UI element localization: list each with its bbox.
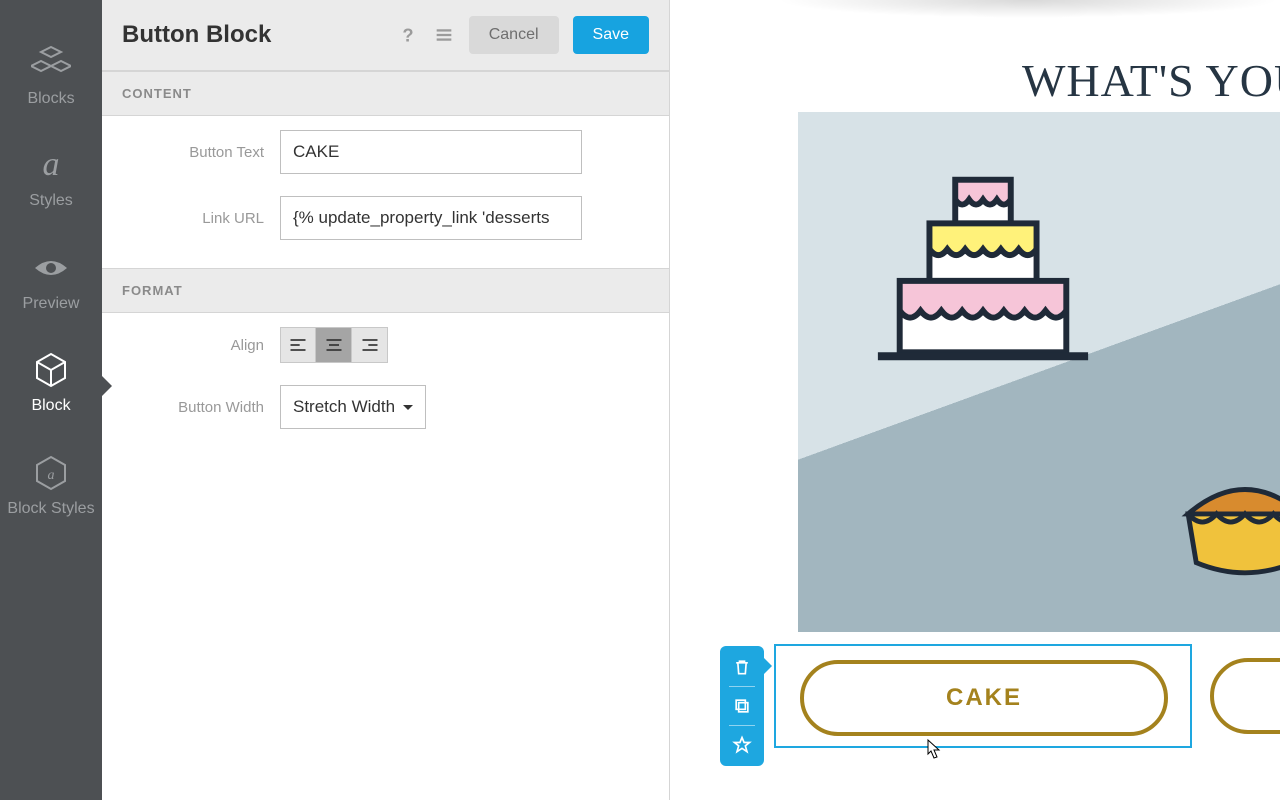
row-button-width: Button Width Stretch Width (122, 385, 649, 429)
toolbar-divider (729, 725, 755, 726)
preview-shadow (776, 0, 1280, 18)
block-styles-icon: a (30, 452, 72, 494)
nav-label-block-styles: Block Styles (7, 500, 94, 518)
label-button-width: Button Width (122, 399, 280, 416)
delete-tool[interactable] (727, 652, 757, 682)
align-center-button[interactable] (316, 327, 352, 363)
nav-item-preview[interactable]: Preview (0, 233, 102, 335)
nav-item-blocks[interactable]: Blocks (0, 28, 102, 130)
help-icon[interactable]: ? (397, 24, 419, 46)
row-link-url: Link URL (122, 196, 649, 240)
nav-label-block: Block (31, 397, 70, 415)
left-nav: Blocks a Styles Preview Block a Block St… (0, 0, 102, 800)
select-button-width[interactable]: Stretch Width (280, 385, 426, 429)
panel-actions: ? Cancel Save (397, 16, 649, 54)
eye-icon (30, 247, 72, 289)
align-group (280, 327, 388, 363)
section-content-head: CONTENT (102, 71, 669, 116)
nav-label-blocks: Blocks (27, 90, 74, 108)
preview-pane: WHAT'S YOUR F (670, 0, 1280, 800)
nav-item-block-styles[interactable]: a Block Styles (0, 438, 102, 540)
duplicate-tool[interactable] (727, 691, 757, 721)
cake-icon (864, 150, 1102, 388)
nav-label-preview: Preview (23, 295, 80, 313)
nav-label-styles: Styles (29, 192, 73, 210)
section-format-head: FORMAT (102, 268, 669, 313)
row-align: Align (122, 327, 649, 363)
pie-icon (1180, 442, 1280, 602)
section-format: Align Button Width Stretch Width (102, 313, 669, 457)
favorite-tool[interactable] (727, 730, 757, 760)
section-content: Button Text Link URL (102, 116, 669, 268)
row-button-text: Button Text (122, 130, 649, 174)
blocks-icon (30, 42, 72, 84)
input-link-url[interactable] (280, 196, 582, 240)
hero-image (798, 112, 1280, 632)
chevron-down-icon (403, 405, 413, 410)
menu-icon[interactable] (433, 24, 455, 46)
preview-cake-button[interactable]: CAKE (800, 660, 1168, 736)
label-align: Align (122, 337, 280, 354)
block-icon (30, 349, 72, 391)
svg-text:?: ? (402, 24, 413, 45)
cursor-icon (922, 738, 942, 767)
preview-headline: WHAT'S YOUR F (1022, 54, 1280, 107)
panel-header: Button Block ? Cancel Save (102, 0, 669, 71)
nav-item-styles[interactable]: a Styles (0, 130, 102, 232)
preview-second-button[interactable] (1210, 658, 1280, 734)
align-right-button[interactable] (352, 327, 388, 363)
label-link-url: Link URL (122, 210, 280, 227)
editor-panel: Button Block ? Cancel Save CONTENT Butto… (102, 0, 670, 800)
label-button-text: Button Text (122, 144, 280, 161)
toolbar-divider (729, 686, 755, 687)
nav-item-block[interactable]: Block (0, 335, 102, 437)
preview-cake-button-label: CAKE (946, 684, 1022, 712)
panel-title: Button Block (122, 21, 271, 49)
select-button-width-value: Stretch Width (293, 397, 395, 417)
input-button-text[interactable] (280, 130, 582, 174)
cancel-button[interactable]: Cancel (469, 16, 559, 54)
align-left-button[interactable] (280, 327, 316, 363)
selected-block-outline[interactable]: CAKE (774, 644, 1192, 748)
styles-icon: a (30, 144, 72, 186)
save-button[interactable]: Save (573, 16, 649, 54)
svg-text:a: a (48, 468, 55, 483)
selection-toolbar (720, 646, 764, 766)
